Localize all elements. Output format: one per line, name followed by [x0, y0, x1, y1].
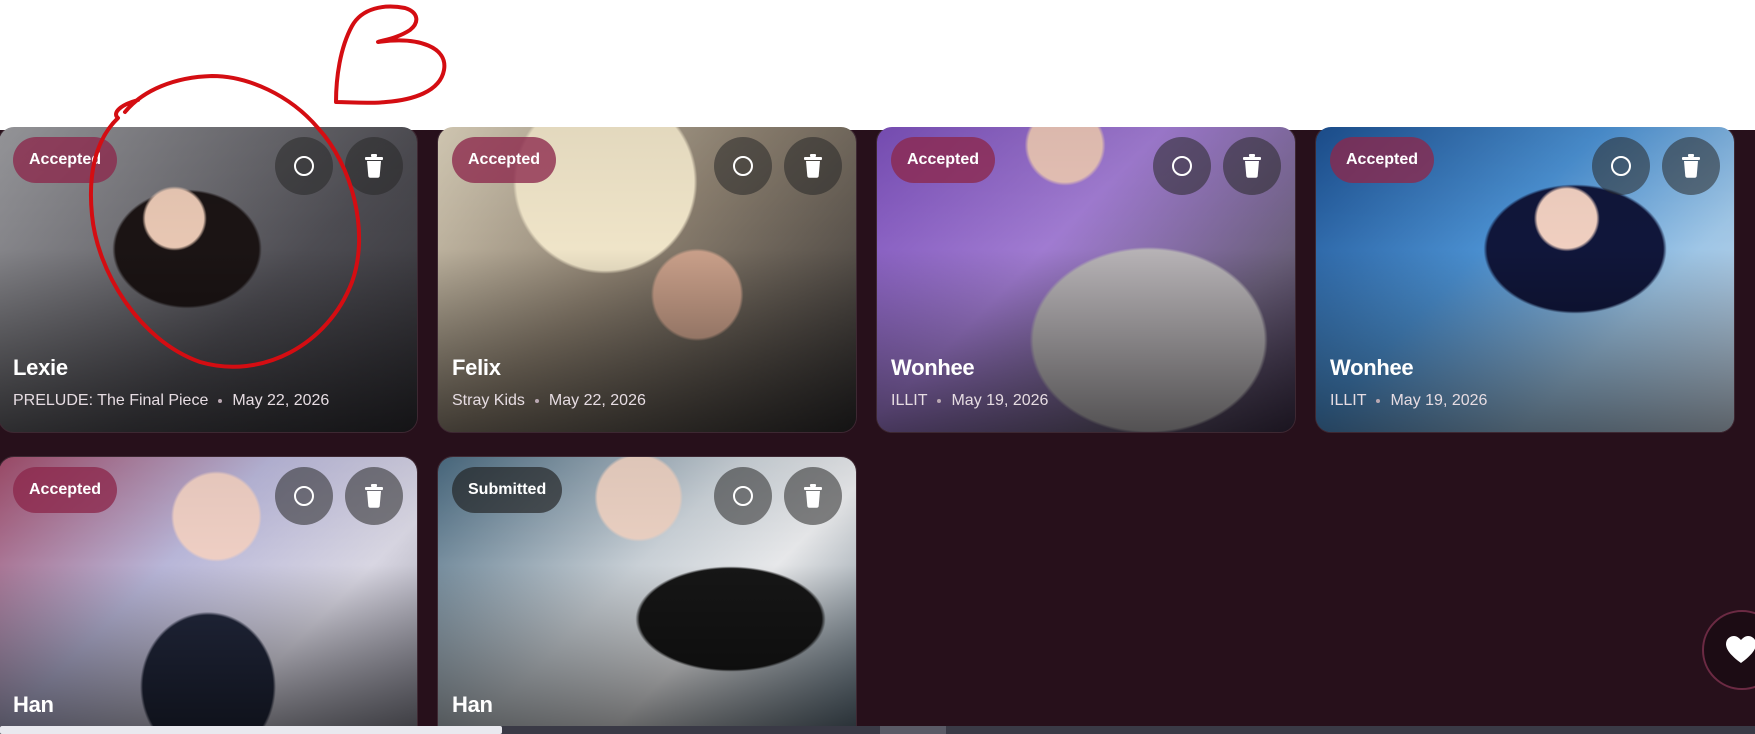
- circle-outline-icon: [1172, 156, 1192, 176]
- circle-outline-icon: [733, 486, 753, 506]
- circle-outline-icon: [294, 156, 314, 176]
- select-button[interactable]: [1592, 137, 1650, 195]
- trash-icon: [804, 484, 822, 508]
- select-button[interactable]: [1153, 137, 1211, 195]
- card-date: May 19, 2026: [1390, 392, 1488, 409]
- card-group: Stray Kids: [452, 392, 525, 409]
- card-date: May 22, 2026: [548, 392, 646, 409]
- card-wonhee-2[interactable]: Accepted Wonhee ILLIT May 19, 2026: [1315, 126, 1735, 433]
- status-badge: Accepted: [13, 467, 118, 513]
- card-group: PRELUDE: The Final Piece: [13, 392, 209, 409]
- status-badge: Accepted: [452, 137, 557, 183]
- delete-button[interactable]: [784, 137, 842, 195]
- card-date: May 22, 2026: [232, 392, 330, 409]
- separator-dot: [937, 399, 942, 403]
- card-title: Han: [452, 692, 493, 717]
- delete-button[interactable]: [1223, 137, 1281, 195]
- card-lexie[interactable]: Accepted Lexie PRELUDE: The Final Piece …: [0, 126, 418, 433]
- trash-icon: [1682, 154, 1700, 178]
- card-han-1[interactable]: Accepted Han: [0, 456, 418, 728]
- trash-icon: [1243, 154, 1261, 178]
- card-wonhee-1[interactable]: Accepted Wonhee ILLIT May 19, 2026: [876, 126, 1296, 433]
- card-han-2[interactable]: Submitted Han: [437, 456, 857, 728]
- trash-icon: [365, 154, 383, 178]
- circle-outline-icon: [733, 156, 753, 176]
- status-badge: Accepted: [1330, 137, 1435, 183]
- select-button[interactable]: [275, 467, 333, 525]
- trash-icon: [804, 154, 822, 178]
- card-group: ILLIT: [891, 392, 928, 409]
- card-title: Wonhee: [891, 355, 975, 380]
- card-felix[interactable]: Accepted Felix Stray Kids May 22, 2026: [437, 126, 857, 433]
- separator-dot: [218, 399, 223, 403]
- select-button[interactable]: [714, 137, 772, 195]
- select-button[interactable]: [275, 137, 333, 195]
- horizontal-scrollbar-thumb[interactable]: [0, 726, 502, 734]
- card-meta: ILLIT May 19, 2026: [1330, 392, 1487, 410]
- status-badge: Accepted: [891, 137, 996, 183]
- delete-button[interactable]: [784, 467, 842, 525]
- heart-icon: [1726, 636, 1755, 663]
- card-meta: Stray Kids May 22, 2026: [452, 392, 646, 410]
- card-title: Wonhee: [1330, 355, 1414, 380]
- top-white-area: [0, 0, 1755, 130]
- circle-outline-icon: [1611, 156, 1631, 176]
- trash-icon: [365, 484, 383, 508]
- card-title: Felix: [452, 355, 501, 380]
- card-title: Lexie: [13, 355, 68, 380]
- separator-dot: [1376, 399, 1381, 403]
- select-button[interactable]: [714, 467, 772, 525]
- card-meta: ILLIT May 19, 2026: [891, 392, 1048, 410]
- card-meta: PRELUDE: The Final Piece May 22, 2026: [13, 392, 329, 410]
- card-group: ILLIT: [1330, 392, 1367, 409]
- card-date: May 19, 2026: [951, 392, 1049, 409]
- status-badge: Accepted: [13, 137, 118, 183]
- status-badge: Submitted: [452, 467, 563, 513]
- delete-button[interactable]: [1662, 137, 1720, 195]
- delete-button[interactable]: [345, 137, 403, 195]
- scrollbar-segment: [880, 726, 946, 734]
- delete-button[interactable]: [345, 467, 403, 525]
- separator-dot: [534, 399, 539, 403]
- circle-outline-icon: [294, 486, 314, 506]
- card-title: Han: [13, 692, 54, 717]
